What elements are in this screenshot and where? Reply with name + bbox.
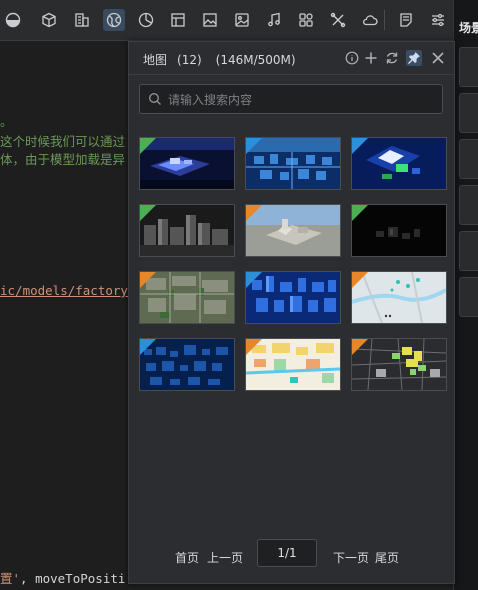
map-thumb-2[interactable] <box>245 137 341 190</box>
map-thumb-5[interactable] <box>245 204 341 257</box>
map-thumb-10[interactable] <box>139 338 235 391</box>
component-icon[interactable] <box>295 9 317 31</box>
scene-tab-6[interactable] <box>459 277 478 317</box>
badge-blue <box>140 339 156 355</box>
prev-page-button[interactable]: 上一页 <box>207 549 243 566</box>
code-line: ic/models/factory <box>0 283 128 298</box>
page-indicator[interactable]: 1/1 <box>257 539 317 567</box>
settings-sliders-icon[interactable] <box>427 9 449 31</box>
map-thumb-12[interactable] <box>351 338 447 391</box>
badge-orange <box>246 205 262 221</box>
badge-blue <box>246 138 262 154</box>
first-page-button[interactable]: 首页 <box>175 549 199 566</box>
badge-orange <box>352 339 368 355</box>
image-icon[interactable] <box>199 9 221 31</box>
map-thumb-7[interactable] <box>139 271 235 324</box>
cloud-icon[interactable] <box>359 9 381 31</box>
next-page-button[interactable]: 下一页 <box>333 549 369 566</box>
map-count: (12) <box>177 53 202 67</box>
top-toolbar <box>0 0 453 41</box>
building-icon[interactable] <box>71 9 93 31</box>
search-icon <box>148 92 161 105</box>
badge-green <box>140 138 156 154</box>
badge-orange <box>352 272 368 288</box>
badge-green <box>352 205 368 221</box>
badge-blue <box>246 272 262 288</box>
code-line: 体，由于模型加载是异 <box>0 152 126 167</box>
search-box <box>139 84 443 114</box>
add-icon[interactable] <box>363 50 379 66</box>
map-thumb-1[interactable] <box>139 137 235 190</box>
scene-tab-1[interactable] <box>459 47 478 87</box>
map-panel: 地图 (12) (146M/500M) 请输入搜索内容 首页 上一页 1/1 下… <box>128 41 455 584</box>
pin-icon[interactable] <box>406 50 422 66</box>
search-input[interactable] <box>166 89 440 111</box>
code-line: 置', moveToPositi <box>0 568 125 587</box>
storage-usage: (146M/500M) <box>215 53 296 67</box>
badge-orange <box>246 339 262 355</box>
map-panel-header: 地图 (12) (146M/500M) <box>129 42 454 75</box>
refresh-icon[interactable] <box>384 50 400 66</box>
map-thumb-8[interactable] <box>245 271 341 324</box>
toolbar-divider <box>384 10 385 30</box>
scene-tab-3[interactable] <box>459 139 478 179</box>
layout-icon[interactable] <box>167 9 189 31</box>
close-icon[interactable] <box>430 50 446 66</box>
map-thumb-9[interactable] <box>351 271 447 324</box>
scene-panel-title: 场景 <box>459 21 478 35</box>
scene-tab-2[interactable] <box>459 93 478 133</box>
music-icon[interactable] <box>263 9 285 31</box>
code-text: , moveToPositi <box>20 571 126 586</box>
map-thumb-11[interactable] <box>245 338 341 391</box>
code-string: 置' <box>0 571 21 586</box>
map-thumb-4[interactable] <box>139 204 235 257</box>
cube-icon[interactable] <box>38 9 60 31</box>
scene-tab-4[interactable] <box>459 185 478 225</box>
photo-icon[interactable] <box>231 9 253 31</box>
info-icon[interactable] <box>344 50 360 66</box>
pie-toggle-icon[interactable] <box>2 9 24 31</box>
map-thumb-6[interactable] <box>351 204 447 257</box>
scene-tab-5[interactable] <box>459 231 478 271</box>
map-thumb-3[interactable] <box>351 137 447 190</box>
code-line: 。 <box>0 114 13 129</box>
globe-icon[interactable] <box>103 9 125 31</box>
code-line: 这个时候我们可以通过 <box>0 134 126 149</box>
badge-blue <box>352 138 368 154</box>
clock-chart-icon[interactable] <box>135 9 157 31</box>
map-panel-title: 地图 (12) (146M/500M) <box>143 51 306 68</box>
badge-green <box>140 205 156 221</box>
last-page-button[interactable]: 尾页 <box>375 549 399 566</box>
badge-orange <box>140 272 156 288</box>
map-title-label: 地图 <box>143 53 168 67</box>
tools-icon[interactable] <box>327 9 349 31</box>
note-icon[interactable] <box>395 9 417 31</box>
